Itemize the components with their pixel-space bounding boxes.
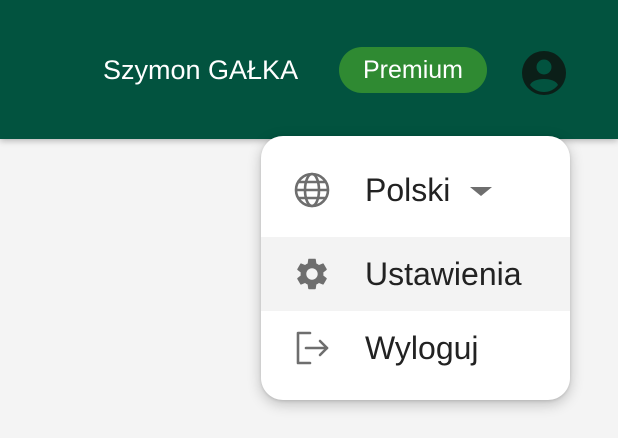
account-circle-icon bbox=[522, 51, 566, 95]
gear-icon bbox=[293, 255, 331, 293]
user-name: Szymon GAŁKA bbox=[103, 55, 299, 85]
menu-item-settings-label: Ustawienia bbox=[365, 256, 522, 292]
menu-item-language[interactable]: Polski bbox=[261, 153, 570, 227]
menu-item-settings[interactable]: Ustawienia bbox=[261, 237, 570, 311]
globe-icon bbox=[293, 171, 331, 209]
chevron-down-icon bbox=[470, 187, 492, 196]
premium-badge: Premium bbox=[339, 47, 487, 93]
logout-icon bbox=[293, 329, 331, 367]
top-bar: Szymon GAŁKA Premium bbox=[0, 0, 618, 139]
menu-item-logout-label: Wyloguj bbox=[365, 330, 479, 366]
account-menu-button[interactable] bbox=[521, 50, 567, 96]
menu-item-logout[interactable]: Wyloguj bbox=[261, 311, 570, 385]
user-menu: Polski Ustawienia Wyloguj bbox=[261, 136, 570, 400]
menu-item-language-label: Polski bbox=[365, 172, 451, 208]
